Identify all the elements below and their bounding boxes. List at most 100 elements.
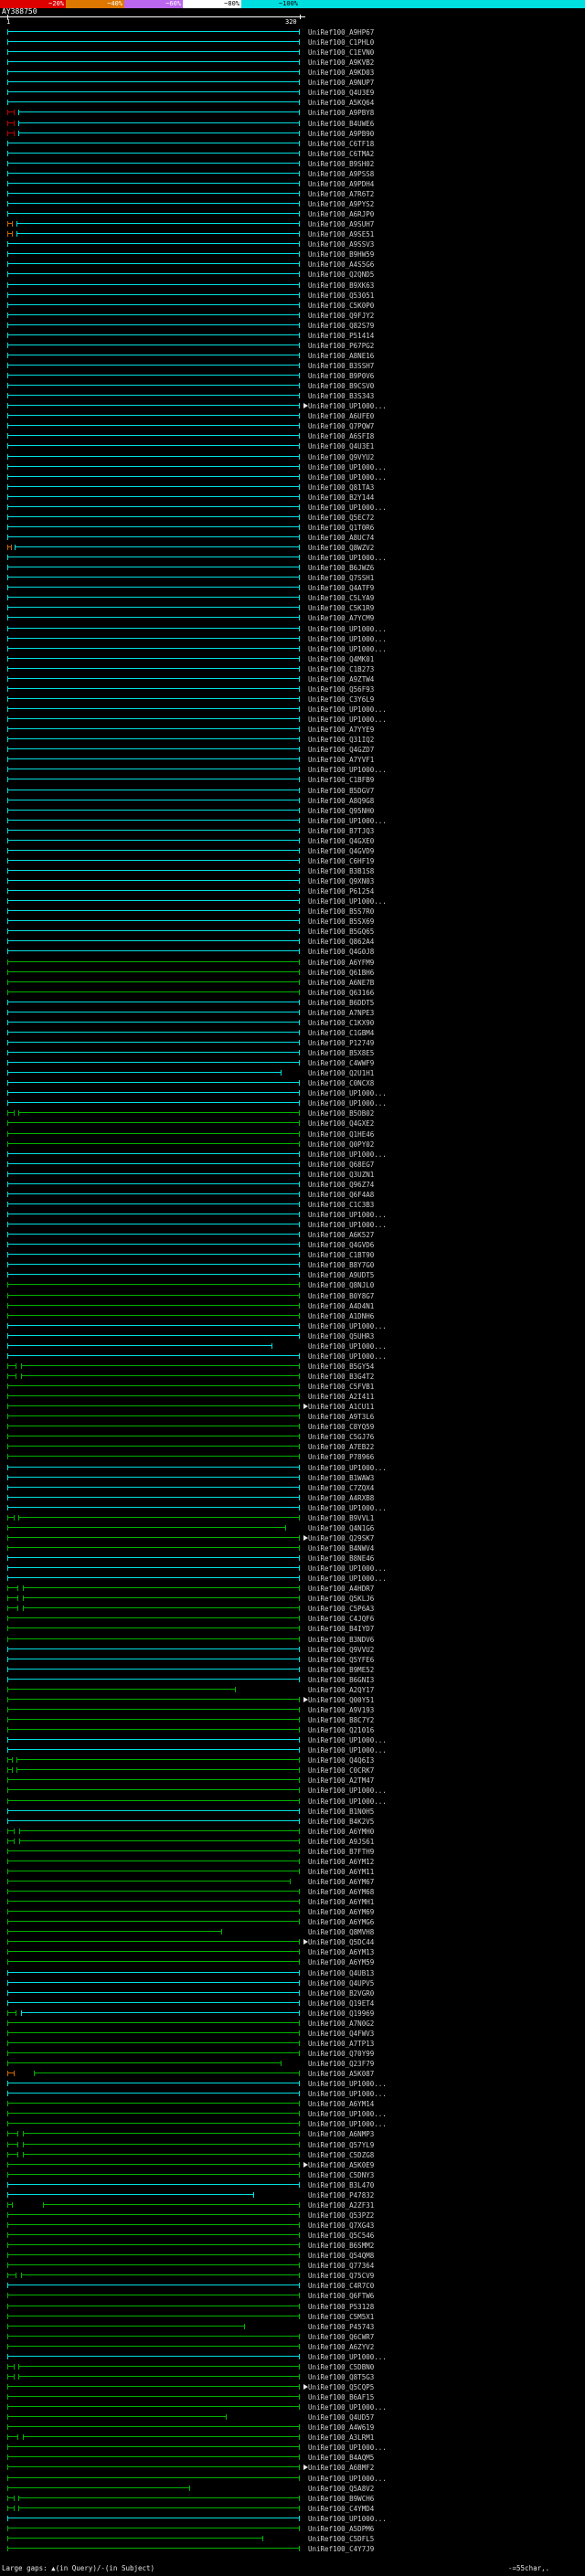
hit-label[interactable]: UniRef100_B4K2V5 [308,1818,374,1826]
alignment-bar[interactable] [7,1959,300,1965]
alignment-bar[interactable] [7,878,300,884]
hit-label[interactable]: UniRef100_A9PYS2 [308,200,374,208]
hit-label[interactable]: UniRef100_UP1000... [308,705,387,714]
hit-label[interactable]: UniRef100_Q4Q6I3 [308,1756,374,1765]
alignment-bar[interactable] [7,2454,300,2460]
alignment-bar[interactable] [7,535,300,540]
alignment-bar[interactable] [7,2344,300,2349]
alignment-bar[interactable] [7,333,300,338]
alignment-bar[interactable] [7,443,300,449]
alignment-bar[interactable] [23,2142,300,2147]
hit-label[interactable]: UniRef100_B2Y144 [308,493,374,502]
hit-label[interactable]: UniRef100_Q4GVD9 [308,847,374,855]
hit-label[interactable]: UniRef100_C5K0P0 [308,302,374,310]
alignment-bar[interactable] [7,1707,300,1712]
alignment-bar[interactable] [7,1990,300,1996]
hit-label[interactable]: UniRef100_C1BFB9 [308,776,374,784]
hit-label[interactable]: UniRef100_C1PHL0 [308,38,374,47]
hit-label[interactable]: UniRef100_Q81TA3 [308,483,374,492]
alignment-bar[interactable] [23,1606,300,1611]
alignment-bar[interactable] [7,323,300,328]
alignment-bar[interactable] [7,1899,300,1904]
hit-label[interactable]: UniRef100_B6SMM2 [308,2242,374,2250]
hit-label[interactable]: UniRef100_C0NCX8 [308,1079,374,1087]
hit-label[interactable]: UniRef100_A6YMH0 [308,1828,374,1836]
hit-label[interactable]: UniRef100_Q75CV9 [308,2272,374,2280]
alignment-bar[interactable] [7,525,300,530]
alignment-bar[interactable] [7,393,300,398]
alignment-bar[interactable] [7,585,300,590]
hit-label[interactable]: UniRef100_A6YMG6 [308,1918,374,1926]
alignment-bar[interactable] [16,1757,300,1763]
hit-label[interactable]: UniRef100_B6GNI3 [308,1676,374,1684]
hit-label[interactable]: UniRef100_A2I411 [308,1393,374,1401]
alignment-bar[interactable] [7,1505,300,1511]
hit-label[interactable]: UniRef100_P47832 [308,2191,374,2200]
alignment-bar[interactable] [7,1637,300,1642]
alignment-bar[interactable] [7,1485,300,1490]
hit-label[interactable]: UniRef100_Q4GXE2 [308,1119,374,1128]
alignment-bar[interactable] [7,1787,300,1793]
alignment-bar[interactable] [23,1585,300,1591]
alignment-bar[interactable] [7,555,300,560]
alignment-bar[interactable] [7,1525,286,1531]
alignment-bar[interactable] [7,1465,300,1470]
hit-label[interactable]: UniRef100_B5SX69 [308,917,374,926]
alignment-bar[interactable] [7,2424,300,2430]
alignment-bar[interactable] [18,110,300,115]
hit-label[interactable]: UniRef100_A6YM13 [308,1948,374,1956]
hit-label[interactable]: UniRef100_A2TM47 [308,1776,374,1785]
hit-label[interactable]: UniRef100_Q5C546 [308,2231,374,2240]
alignment-bar[interactable] [7,353,300,358]
alignment-bar[interactable] [7,1323,300,1329]
alignment-bar[interactable] [7,848,300,853]
alignment-fragment[interactable] [7,1373,16,1379]
alignment-bar[interactable] [7,1131,300,1137]
alignment-bar[interactable] [7,151,300,156]
alignment-bar[interactable] [7,2172,300,2178]
alignment-bar[interactable] [7,2192,254,2198]
hit-label[interactable]: UniRef100_A6K527 [308,1231,374,1239]
alignment-bar[interactable] [7,636,300,641]
alignment-bar[interactable] [7,2061,282,2066]
hit-label[interactable]: UniRef100_A2ZF31 [308,2201,374,2210]
hit-label[interactable]: UniRef100_B2VGR0 [308,1989,374,1998]
alignment-bar[interactable] [7,2354,300,2359]
alignment-bar[interactable] [7,80,300,85]
alignment-bar[interactable] [23,2434,300,2440]
hit-label[interactable]: UniRef100_B4NWV4 [308,1544,374,1553]
hit-label[interactable]: UniRef100_Q5A8V2 [308,2485,374,2493]
hit-label[interactable]: UniRef100_C1EVN0 [308,48,374,57]
hit-label[interactable]: UniRef100_B5GQ65 [308,928,374,936]
alignment-bar[interactable] [7,798,300,803]
alignment-bar[interactable] [7,2465,300,2470]
hit-label[interactable]: UniRef100_B6DDT5 [308,999,374,1007]
hit-label[interactable]: UniRef100_Q1HE46 [308,1130,374,1139]
hit-label[interactable]: UniRef100_C1BT90 [308,1251,374,1259]
alignment-fragment[interactable] [7,1595,18,1601]
hit-label[interactable]: UniRef100_B9HW59 [308,250,374,259]
hit-label[interactable]: UniRef100_B9XK63 [308,281,374,290]
hit-label[interactable]: UniRef100_UP1000... [308,1211,387,1219]
hit-label[interactable]: UniRef100_UP1000... [308,766,387,774]
alignment-bar[interactable] [7,59,300,65]
alignment-bar[interactable] [7,1272,300,1277]
hit-label[interactable]: UniRef100_UP1000... [308,554,387,562]
alignment-bar[interactable] [7,1565,300,1571]
hit-label[interactable]: UniRef100_A6YM59 [308,1958,374,1966]
alignment-bar[interactable] [7,666,300,672]
hit-label[interactable]: UniRef100_A8NE16 [308,352,374,360]
alignment-bar[interactable] [7,1454,300,1459]
alignment-bar[interactable] [7,928,300,934]
alignment-bar[interactable] [16,1767,300,1773]
alignment-bar[interactable] [7,2304,300,2309]
hit-label[interactable]: UniRef100_UP1000... [308,2110,387,2118]
hit-label[interactable]: UniRef100_B4AQM5 [308,2454,374,2462]
hit-label[interactable]: UniRef100_C5DFL5 [308,2535,374,2543]
alignment-bar[interactable] [43,2202,300,2208]
alignment-fragment[interactable] [7,1767,13,1773]
alignment-bar[interactable] [7,2516,300,2521]
hit-label[interactable]: UniRef100_Q4FWV3 [308,2030,374,2038]
alignment-bar[interactable] [7,1879,291,1884]
hit-label[interactable]: UniRef100_A9PB90 [308,130,374,138]
